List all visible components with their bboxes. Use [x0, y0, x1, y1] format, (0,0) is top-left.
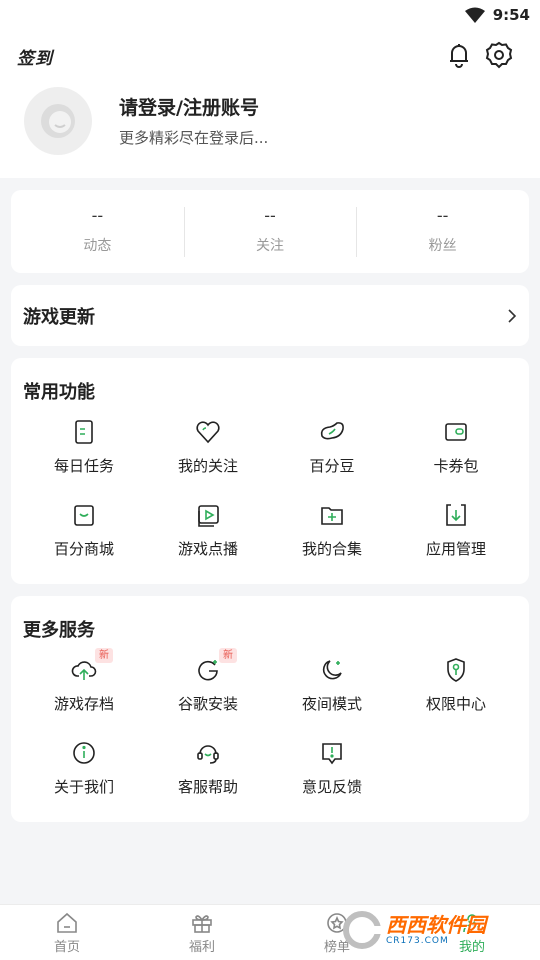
moon-icon [322, 660, 342, 680]
stat-label: 动态 [83, 238, 112, 254]
grid-item-game-saves[interactable]: 新 游戏存档 [22, 648, 146, 714]
download-icon [446, 504, 466, 526]
grid-item-daily-task[interactable]: 每日任务 [22, 418, 146, 476]
login-subtitle: 更多精彩尽在登录后... [119, 129, 269, 147]
shop-icon [74, 505, 94, 526]
grid-item-label: 关于我们 [53, 778, 114, 796]
grid-item-label: 谷歌安装 [177, 695, 238, 713]
stat-following[interactable]: -- 关注 [183, 190, 357, 273]
google-icon [198, 660, 218, 681]
home-icon [57, 912, 77, 933]
stat-label: 关注 [256, 238, 284, 254]
grid-item-feedback[interactable]: 意见反馈 [270, 739, 394, 797]
status-bar: 9:54 [464, 4, 530, 26]
wifi-icon [464, 7, 485, 23]
more-services-card: 更多服务 新 游戏存档 新 谷歌安装 夜间模式 权限中心 关于我们 客服帮助 意… [11, 596, 529, 822]
stat-value: -- [91, 206, 104, 225]
bell-icon[interactable] [444, 40, 474, 70]
grid-item-google-install[interactable]: 新 谷歌安装 [146, 648, 270, 714]
grid-item-permissions[interactable]: 权限中心 [394, 656, 518, 714]
grid-item-label: 游戏点播 [177, 540, 238, 558]
stat-fans[interactable]: -- 粉丝 [356, 190, 529, 273]
grid-item-game-vod[interactable]: 游戏点播 [146, 501, 270, 559]
profile-header: 9:54 签到 请登录/注册账号 更多精彩尽在登录后... [0, 0, 540, 178]
avatar-placeholder-icon [41, 104, 75, 138]
grid-item-beans[interactable]: 百分豆 [270, 418, 394, 476]
login-title[interactable]: 请登录/注册账号 [119, 93, 259, 120]
grid-item-mall[interactable]: 百分商城 [22, 501, 146, 559]
grid-item-label: 卡券包 [433, 457, 479, 475]
avatar[interactable] [24, 87, 92, 155]
grid-item-label: 百分豆 [309, 457, 355, 475]
grid-item-label: 权限中心 [425, 695, 486, 713]
watermark-subtitle: CR173.COM [386, 935, 449, 946]
stats-card: -- 动态 -- 关注 -- 粉丝 [11, 190, 529, 273]
grid-item-label: 我的合集 [301, 540, 362, 558]
heart-icon [196, 421, 220, 444]
task-icon [75, 420, 93, 444]
grid-item-label: 意见反馈 [301, 778, 362, 796]
section-title: 常用功能 [23, 382, 95, 403]
grid-item-support[interactable]: 客服帮助 [146, 739, 270, 797]
tab-label: 首页 [53, 940, 80, 955]
stat-dynamics[interactable]: -- 动态 [11, 190, 184, 273]
section-title: 更多服务 [23, 620, 95, 641]
grid-item-label: 每日任务 [53, 457, 114, 475]
grid-item-my-collection[interactable]: 我的合集 [270, 501, 394, 559]
shield-key-icon [447, 658, 465, 682]
tab-label: 福利 [188, 940, 215, 955]
grid-item-label: 应用管理 [425, 540, 486, 558]
gift-icon [192, 915, 212, 933]
gear-icon[interactable] [484, 40, 514, 70]
info-icon [73, 742, 95, 764]
grid-item-label: 客服帮助 [177, 778, 238, 796]
sign-in-button[interactable]: 签到 [17, 44, 53, 69]
chevron-right-icon [508, 308, 517, 323]
watermark-title: 西西软件园 [386, 912, 486, 937]
grid-item-label: 游戏存档 [53, 695, 114, 713]
play-icon [198, 505, 219, 527]
common-functions-card: 常用功能 每日任务 我的关注 百分豆 卡券包 百分商城 游戏点播 我的合集 应用… [11, 358, 529, 584]
grid-item-night-mode[interactable]: 夜间模式 [270, 656, 394, 714]
grid-item-app-manage[interactable]: 应用管理 [394, 501, 518, 559]
game-update-row[interactable]: 游戏更新 [11, 285, 529, 346]
bean-icon [320, 422, 344, 440]
watermark-logo: 西西软件园 CR173.COM [342, 909, 520, 951]
grid-item-coupons[interactable]: 卡券包 [394, 418, 518, 476]
stat-label: 粉丝 [428, 238, 457, 254]
game-update-label: 游戏更新 [23, 306, 95, 328]
watermark-text: 西西软件园 CR173.COM [386, 915, 486, 946]
tab-welfare[interactable]: 福利 [168, 911, 236, 955]
folder-add-icon [321, 507, 343, 525]
new-badge: 新 [219, 648, 237, 663]
status-time: 9:54 [492, 6, 530, 24]
grid-item-label: 百分商城 [53, 540, 114, 558]
new-badge: 新 [95, 648, 113, 663]
wallet-icon [445, 423, 467, 441]
grid-item-my-follow[interactable]: 我的关注 [146, 418, 270, 476]
tab-home[interactable]: 首页 [33, 911, 101, 955]
watermark-c-icon [343, 911, 382, 949]
cloud-upload-icon [71, 661, 97, 680]
stat-value: -- [264, 206, 276, 225]
headset-icon [197, 745, 219, 764]
feedback-icon [322, 743, 342, 765]
grid-item-label: 夜间模式 [301, 695, 362, 713]
grid-item-label: 我的关注 [177, 457, 238, 475]
grid-item-about-us[interactable]: 关于我们 [22, 739, 146, 797]
stat-value: -- [436, 206, 449, 225]
